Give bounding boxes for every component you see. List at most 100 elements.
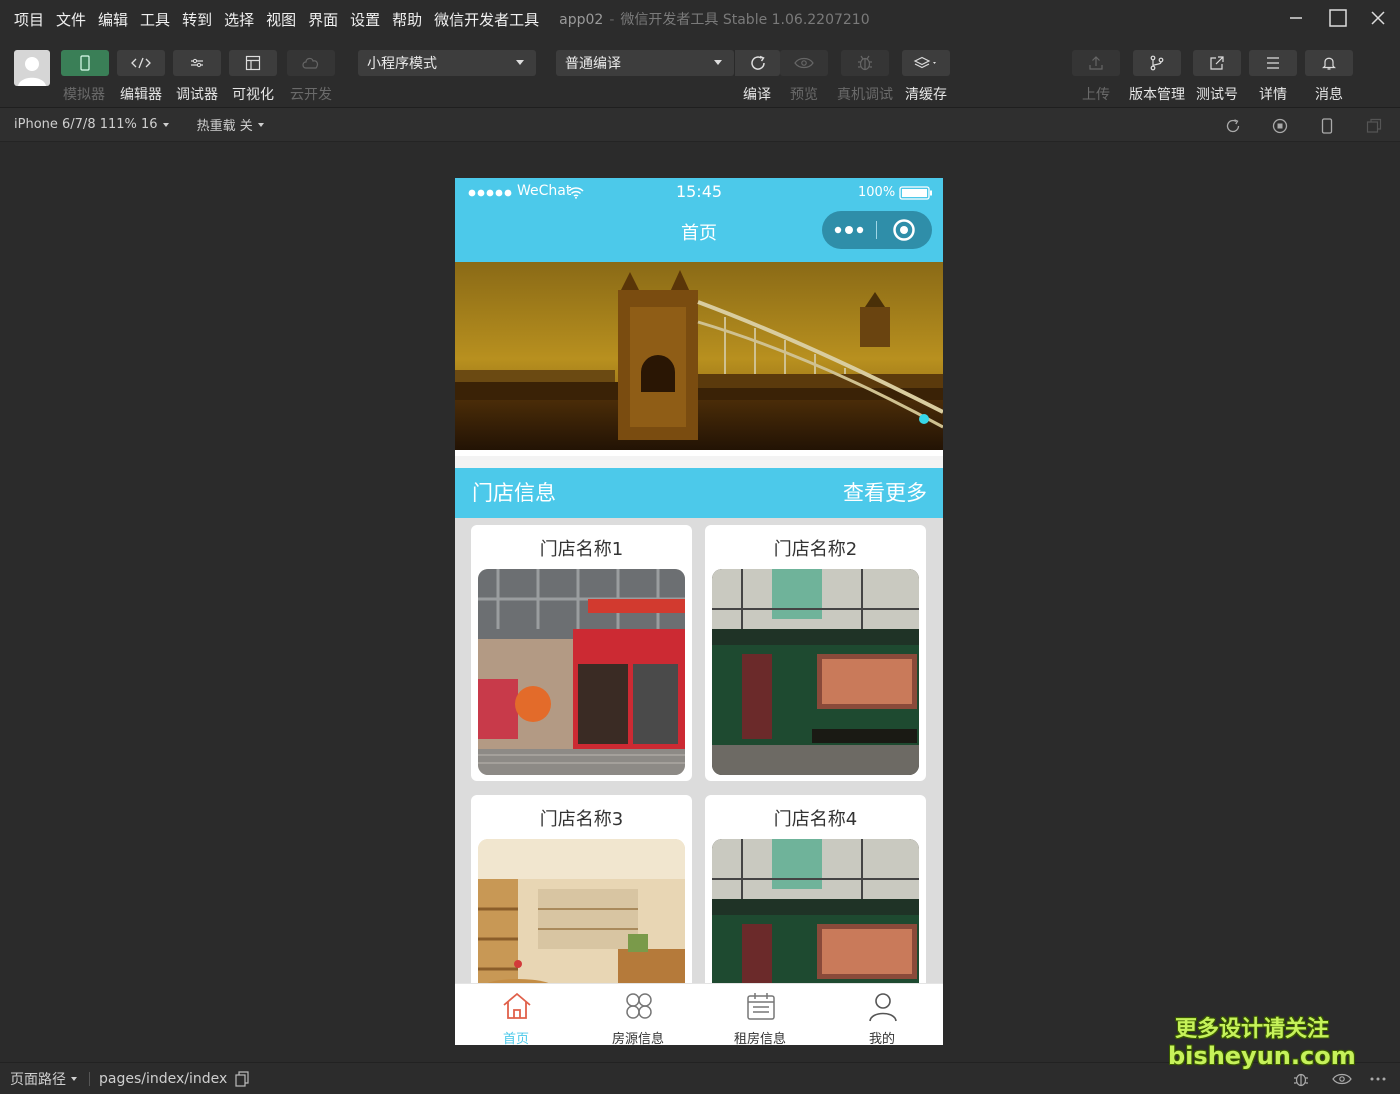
section-title: 门店信息 [472, 481, 556, 505]
menu-file[interactable]: 文件 [56, 9, 86, 30]
menu-select[interactable]: 选择 [224, 9, 254, 30]
clear-cache-button[interactable] [902, 50, 950, 76]
maximize-icon [1329, 9, 1347, 27]
menu-project[interactable]: 项目 [14, 9, 44, 30]
menu-interface[interactable]: 界面 [308, 9, 338, 30]
watermark-line-2: bisheyun.com [1168, 1042, 1356, 1070]
external-link-icon [1210, 56, 1224, 70]
view-more-link[interactable]: 查看更多 [843, 468, 927, 518]
chevron-down-icon [257, 122, 264, 127]
preview-button[interactable] [780, 50, 828, 76]
menu-help[interactable]: 帮助 [392, 9, 422, 30]
tab-home[interactable]: 首页 [455, 984, 577, 1045]
user-avatar-icon [18, 57, 46, 86]
device-frame-button[interactable] [1318, 117, 1336, 135]
record-button[interactable] [1271, 117, 1289, 135]
store-card[interactable]: 门店名称1 [471, 525, 692, 781]
phone-simulator: WeChat 15:45 100% 首页 门店信息 查看更多 门店名称1 门店名… [455, 178, 943, 1045]
tab-listings[interactable]: 房源信息 [577, 984, 699, 1045]
menu-wechat-devtools[interactable]: 微信开发者工具 [434, 9, 539, 30]
cloud-toggle[interactable] [287, 50, 335, 76]
editor-toggle[interactable] [117, 50, 165, 76]
tab-label: 租房信息 [733, 1032, 786, 1045]
store-grid: 门店名称1 门店名称2 门店名称3 门店名称4 [455, 518, 943, 983]
tab-rentals[interactable]: 租房信息 [699, 984, 821, 1045]
eye-icon [1332, 1073, 1352, 1085]
store-card[interactable]: 门店名称3 [471, 795, 692, 983]
carousel-indicator[interactable] [919, 414, 929, 424]
compile-select[interactable]: 普通编译 [556, 50, 734, 76]
tab-profile[interactable]: 我的 [821, 984, 943, 1045]
layers-icon [913, 56, 936, 69]
project-name: app02 [559, 12, 604, 28]
chevron-down-icon [516, 60, 524, 65]
store-card[interactable]: 门店名称2 [705, 525, 926, 781]
calendar-icon [747, 993, 775, 1020]
maximize-button[interactable] [1316, 0, 1360, 36]
debug-button[interactable] [1292, 1070, 1310, 1088]
close-mini-program-button[interactable] [877, 211, 931, 249]
eye-icon [794, 57, 814, 69]
hot-reload-select[interactable]: 热重载 关 [197, 115, 264, 134]
home-icon [503, 992, 531, 1019]
storefront-image [478, 569, 685, 775]
copy-path-button[interactable] [235, 1070, 249, 1087]
store-name: 门店名称4 [773, 809, 858, 830]
more-dots-icon [1370, 1077, 1386, 1081]
detach-window-button[interactable] [1365, 117, 1383, 135]
store-card[interactable]: 门店名称4 [705, 795, 926, 983]
sliders-icon [191, 58, 203, 68]
store-interior-image [478, 839, 685, 983]
window-icon [1366, 118, 1382, 133]
close-button[interactable] [1356, 0, 1400, 36]
more-button[interactable] [822, 211, 876, 249]
close-icon [1371, 11, 1385, 25]
compile-button[interactable] [734, 50, 780, 76]
messages-label: 消息 [1315, 87, 1343, 103]
rotate-button[interactable] [1224, 117, 1242, 135]
remote-debug-label: 真机调试 [837, 87, 893, 103]
preview-toggle[interactable] [1332, 1073, 1352, 1085]
more-options-button[interactable] [1370, 1077, 1386, 1081]
hot-reload-value: 热重载 关 [196, 119, 253, 134]
menu-tools[interactable]: 工具 [140, 9, 170, 30]
rotate-icon [1226, 119, 1240, 133]
messages-button[interactable] [1305, 50, 1353, 76]
menu-edit[interactable]: 编辑 [98, 9, 128, 30]
store-photo [478, 569, 685, 775]
minimize-button[interactable] [1274, 0, 1318, 36]
bug-icon [858, 55, 872, 71]
avatar[interactable] [14, 50, 50, 86]
page-path-select[interactable]: 页面路径 [10, 1069, 77, 1089]
grid-icon [626, 993, 652, 1019]
menu-view[interactable]: 视图 [266, 9, 296, 30]
upload-button[interactable] [1072, 50, 1120, 76]
details-button[interactable] [1249, 50, 1297, 76]
battery-percent: 100% [858, 185, 896, 200]
test-account-button[interactable] [1193, 50, 1241, 76]
details-label: 详情 [1259, 87, 1287, 103]
phone-icon [80, 55, 90, 71]
debugger-toggle[interactable] [173, 50, 221, 76]
version-button[interactable] [1133, 50, 1181, 76]
remote-debug-button[interactable] [841, 50, 889, 76]
banner-carousel[interactable] [455, 262, 943, 456]
menu-goto[interactable]: 转到 [182, 9, 212, 30]
simulator-toggle[interactable] [61, 50, 109, 76]
more-dots-icon [834, 226, 864, 234]
compile-select-value: 普通编译 [565, 56, 621, 72]
target-icon [893, 219, 915, 241]
menu-settings[interactable]: 设置 [350, 9, 380, 30]
menu-lines-icon [1267, 57, 1279, 69]
tab-bar: 首页 房源信息 租房信息 我的 [455, 983, 943, 1045]
store-section-header: 门店信息 查看更多 [455, 468, 943, 518]
bug-icon [1294, 1073, 1308, 1087]
stop-circle-icon [1272, 118, 1288, 134]
simulator-subbar: iPhone 6/7/8 111% 16 热重载 关 [0, 108, 1400, 142]
upload-label: 上传 [1082, 87, 1110, 103]
visual-toggle[interactable] [229, 50, 277, 76]
preview-label: 预览 [790, 87, 818, 103]
device-select[interactable]: iPhone 6/7/8 111% 16 [14, 117, 169, 132]
mode-select[interactable]: 小程序模式 [358, 50, 536, 76]
mini-program-capsule [822, 211, 932, 249]
